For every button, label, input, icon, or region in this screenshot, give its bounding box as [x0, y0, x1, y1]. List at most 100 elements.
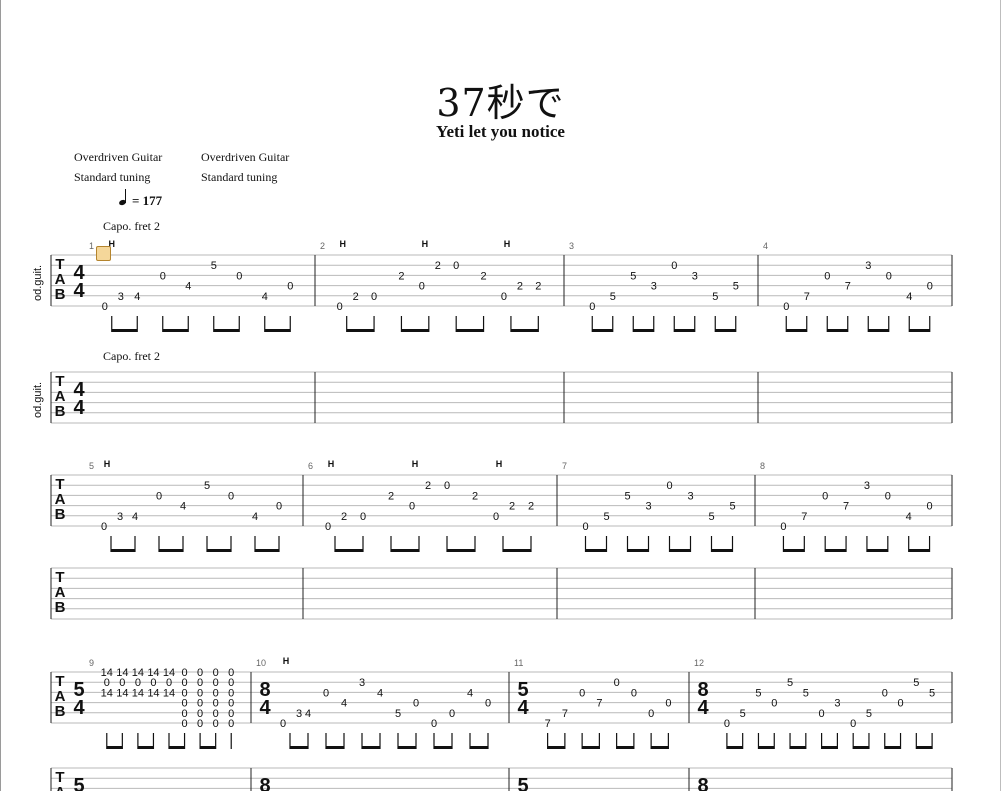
fret-number: 4 — [906, 291, 912, 303]
fret-number: 0 — [413, 698, 419, 710]
fret-number: 2 — [472, 490, 478, 502]
note-beam — [456, 329, 484, 332]
fret-number: 3 — [359, 677, 365, 689]
measure-number: 10 — [256, 658, 266, 668]
fret-number: 0 — [631, 687, 637, 699]
fret-number: 7 — [562, 708, 568, 720]
fret-number: 2 — [398, 270, 404, 282]
fret-number: 3 — [118, 291, 124, 303]
note-beam — [503, 549, 531, 552]
measure-number: 3 — [569, 241, 574, 251]
fret-number: 3 — [651, 281, 657, 293]
fret-number: 14 — [132, 687, 144, 699]
fret-number: 2 — [517, 281, 523, 293]
fret-number: 0 — [582, 521, 588, 533]
time-signature-top: 8 — [697, 775, 708, 791]
time-signature-bottom: 4 — [73, 697, 85, 719]
note-beam — [783, 549, 805, 552]
fret-number: 0 — [409, 501, 415, 513]
fret-number: 0 — [280, 718, 286, 730]
track-label: od.guit. — [32, 382, 44, 418]
note-beam — [909, 329, 930, 332]
fret-number: 0 — [822, 490, 828, 502]
fret-number: 0 — [614, 677, 620, 689]
fret-number: 4 — [341, 698, 347, 710]
fret-number: 0 — [287, 281, 293, 293]
note-beam — [669, 549, 691, 552]
fret-number: 5 — [603, 511, 609, 523]
fret-number: 0 — [449, 708, 455, 720]
time-signature-bottom: 4 — [73, 397, 85, 419]
note-beam — [853, 746, 869, 749]
fret-number: 3 — [296, 708, 302, 720]
fret-number: 0 — [101, 521, 107, 533]
fret-number: 0 — [360, 511, 366, 523]
tablature-score: TABTABod.guit.od.guit.1444403 4045040H 202… — [32, 239, 953, 791]
fret-number: 2 — [481, 270, 487, 282]
note-beam — [213, 329, 240, 332]
fret-number: 5 — [913, 677, 919, 689]
fret-number: 2 — [425, 480, 431, 492]
fret-number: 3 — [117, 511, 123, 523]
note-beam — [335, 549, 363, 552]
note-beam — [510, 329, 539, 332]
fret-number: 5 — [740, 708, 746, 720]
fret-number: 0 — [493, 511, 499, 523]
fret-number: 0 — [228, 718, 234, 730]
hammer-on-label: H — [412, 459, 419, 469]
note-beam — [434, 746, 452, 749]
fret-number: 5 — [630, 270, 636, 282]
note-beam — [547, 746, 565, 749]
fret-number: 5 — [729, 501, 735, 513]
measure-number: 6 — [308, 461, 313, 471]
fret-number: 0 — [485, 698, 491, 710]
fret-number: 4 — [262, 291, 268, 303]
fret-number: 5 — [803, 687, 809, 699]
fret-number: 2 — [341, 511, 347, 523]
fret-number: 4 — [132, 511, 138, 523]
fret-number: 4 — [185, 281, 191, 293]
fret-number: 0 — [724, 718, 730, 730]
fret-number: 0 — [579, 687, 585, 699]
time-signature-bottom: 4 — [517, 697, 529, 719]
note-beam — [674, 329, 695, 332]
fret-number: 0 — [671, 260, 677, 272]
fret-number: 7 — [801, 511, 807, 523]
note-beam — [582, 746, 600, 749]
fret-number: 5 — [866, 708, 872, 720]
note-beam — [162, 329, 189, 332]
fret-number: 0 — [325, 521, 331, 533]
fret-number: 0 — [453, 260, 459, 272]
fret-number: 7 — [843, 501, 849, 513]
note-beam — [651, 746, 669, 749]
note-beam — [111, 549, 135, 552]
fret-number: 0 — [323, 687, 329, 699]
measure-number: 7 — [562, 461, 567, 471]
fret-number: 2 — [435, 260, 441, 272]
fret-number: 4 — [134, 291, 140, 303]
fret-number: 2 — [353, 291, 359, 303]
fret-number: 0 — [102, 301, 108, 313]
note-beam — [169, 746, 185, 749]
fret-number: 2 — [388, 490, 394, 502]
note-beam — [908, 549, 930, 552]
note-beam — [711, 549, 733, 552]
note-beam — [264, 329, 291, 332]
note-beam — [758, 746, 775, 749]
fret-number: 0 — [589, 301, 595, 313]
fret-number: 14 — [163, 687, 175, 699]
track-label: od.guit. — [32, 265, 44, 301]
tab-clef-letter: A — [55, 784, 66, 791]
fret-number: 7 — [545, 718, 551, 730]
fret-number: 5 — [211, 260, 217, 272]
fret-number: 0 — [213, 718, 219, 730]
fret-number: 3 — [864, 480, 870, 492]
playback-cursor[interactable] — [96, 246, 111, 261]
hammer-on-label: H — [283, 656, 290, 666]
fret-number: 5 — [395, 708, 401, 720]
fret-number: 0 — [927, 501, 933, 513]
fret-number: 0 — [897, 698, 903, 710]
note-beam — [633, 329, 654, 332]
note-beam — [592, 329, 613, 332]
fret-number: 7 — [596, 698, 602, 710]
